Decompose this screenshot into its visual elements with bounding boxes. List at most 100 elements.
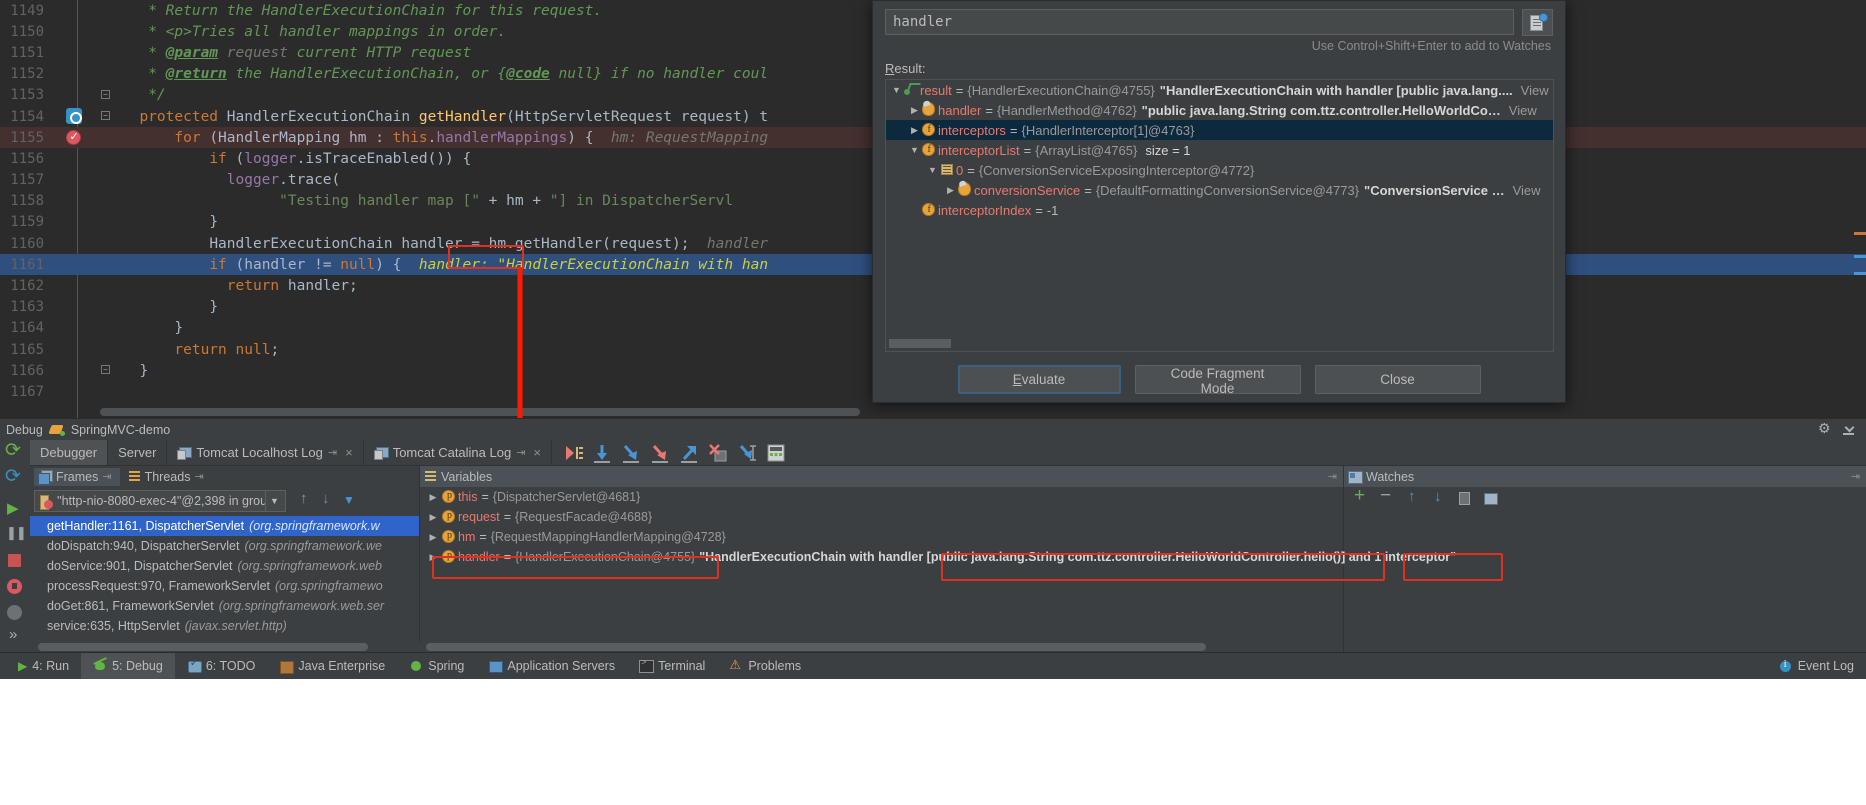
- fold-column[interactable]: [98, 254, 112, 275]
- tree-node-interceptorIndex[interactable]: f interceptorIndex = -1: [886, 200, 1553, 220]
- fold-marker-icon[interactable]: −: [101, 365, 110, 375]
- fold-column[interactable]: [98, 191, 112, 212]
- gutter-icons[interactable]: [52, 233, 98, 254]
- evaluate-button[interactable]: Evaluate: [957, 364, 1121, 394]
- fold-column[interactable]: [98, 170, 112, 191]
- statusbar-debug[interactable]: 5: Debug: [81, 652, 175, 680]
- frame-item[interactable]: doDispatch:940, DispatcherServlet (org.s…: [30, 536, 419, 556]
- fold-column[interactable]: [98, 21, 112, 42]
- close-button[interactable]: Close: [1314, 364, 1481, 394]
- stop-icon[interactable]: [4, 550, 26, 572]
- more-actions-icon[interactable]: [4, 626, 26, 650]
- gutter-icons[interactable]: [52, 106, 98, 127]
- hide-icon[interactable]: [1842, 423, 1856, 437]
- step-over-icon[interactable]: [589, 441, 615, 465]
- marker-warning[interactable]: [1854, 232, 1866, 235]
- step-out-icon[interactable]: [676, 441, 702, 465]
- gutter-icons[interactable]: [52, 339, 98, 360]
- copy-icon[interactable]: [1456, 490, 1474, 508]
- fold-column[interactable]: [98, 275, 112, 296]
- code-fragment-mode-button[interactable]: Code Fragment Mode: [1134, 364, 1301, 396]
- gutter-icons[interactable]: [52, 170, 98, 191]
- variables-list[interactable]: ▶ p this = {DispatcherServlet@4681} ▶ p …: [420, 487, 1456, 640]
- statusbar-todo[interactable]: 6: TODO: [175, 653, 268, 680]
- twisty-icon[interactable]: ▶: [426, 532, 440, 543]
- fold-column[interactable]: [98, 381, 112, 402]
- tree-node-handler[interactable]: ▶ handler = {HandlerMethod@4762} "public…: [886, 100, 1553, 120]
- fold-column[interactable]: [98, 148, 112, 169]
- evaluate-expression-dialog[interactable]: Use Control+Shift+Enter to add to Watche…: [872, 0, 1566, 403]
- tree-node-index-0[interactable]: ▼ 0 = {ConversionServiceExposingIntercep…: [886, 160, 1553, 180]
- tab-threads[interactable]: Threads ⇥: [124, 468, 212, 486]
- gutter-icons[interactable]: [52, 148, 98, 169]
- result-tree-horizontal-scrollbar[interactable]: [889, 339, 951, 348]
- twisty-icon[interactable]: ▼: [908, 145, 921, 155]
- tab-tomcat-localhost-log[interactable]: Tomcat Localhost Log ⇥ ×: [167, 440, 364, 465]
- drop-frame-icon[interactable]: [705, 441, 731, 465]
- marker-caret[interactable]: [1854, 255, 1866, 258]
- pin-icon[interactable]: ⇥: [516, 446, 525, 459]
- statusbar-terminal[interactable]: Terminal: [627, 653, 717, 680]
- gutter-icons[interactable]: [52, 0, 98, 21]
- frame-item[interactable]: service:635, HttpServlet (javax.servlet.…: [30, 616, 419, 636]
- gutter-icons[interactable]: [52, 318, 98, 339]
- variable-row[interactable]: ▶ p request = {RequestFacade@4688}: [420, 507, 1343, 527]
- fold-column[interactable]: [98, 233, 112, 254]
- variable-row[interactable]: ▶ p hm = {RequestMappingHandlerMapping@4…: [420, 527, 1343, 547]
- add-watch-icon[interactable]: [1352, 485, 1370, 508]
- gutter-icons[interactable]: [52, 21, 98, 42]
- frame-item[interactable]: getHandler:1161, DispatcherServlet (org.…: [30, 516, 419, 536]
- fold-column[interactable]: [98, 318, 112, 339]
- rerun-icon[interactable]: [4, 439, 26, 464]
- close-icon[interactable]: ×: [533, 445, 541, 460]
- gutter-icons[interactable]: [52, 360, 98, 381]
- run-method-icon[interactable]: [66, 107, 82, 124]
- detach-icon[interactable]: ⇥: [194, 470, 203, 483]
- tab-tomcat-catalina-log[interactable]: Tomcat Catalina Log ⇥ ×: [364, 440, 553, 465]
- evaluate-expression-icon[interactable]: [763, 441, 789, 465]
- twisty-icon[interactable]: ▶: [426, 552, 440, 563]
- twisty-icon[interactable]: ▶: [908, 125, 921, 136]
- twisty-icon[interactable]: ▶: [944, 185, 957, 196]
- statusbar-spring[interactable]: Spring: [397, 653, 476, 680]
- editor-marker-bar[interactable]: [1854, 0, 1866, 418]
- view-breakpoints-icon[interactable]: [4, 576, 26, 598]
- gutter-icons[interactable]: [52, 381, 98, 402]
- expression-history-button[interactable]: [1522, 9, 1553, 36]
- fold-column[interactable]: [98, 64, 112, 85]
- gutter-icons[interactable]: [52, 275, 98, 296]
- gutter-icons[interactable]: [52, 64, 98, 85]
- fold-column[interactable]: [98, 339, 112, 360]
- fold-column[interactable]: [98, 0, 112, 21]
- restart-icon[interactable]: [4, 465, 26, 490]
- run-to-cursor-icon[interactable]: [734, 441, 760, 465]
- variable-row[interactable]: ▶ p this = {DispatcherServlet@4681}: [420, 487, 1343, 507]
- twisty-icon[interactable]: ▶: [908, 105, 921, 116]
- gutter-icons[interactable]: [52, 254, 98, 275]
- fold-column[interactable]: [98, 212, 112, 233]
- gutter-icons[interactable]: [52, 212, 98, 233]
- edit-icon[interactable]: [1482, 490, 1500, 508]
- statusbar-application-servers[interactable]: Application Servers: [476, 653, 627, 680]
- detach-icon[interactable]: ⇥: [102, 470, 111, 483]
- marker-caret[interactable]: [1854, 272, 1866, 275]
- tree-node-conversionService[interactable]: ▶ conversionService = {DefaultFormatting…: [886, 180, 1553, 200]
- view-link[interactable]: View: [1513, 183, 1541, 198]
- frame-item[interactable]: doGet:861, FrameworkServlet (org.springf…: [30, 596, 419, 616]
- move-up-icon[interactable]: [296, 490, 314, 511]
- variables-horizontal-scrollbar[interactable]: [420, 642, 1343, 652]
- mute-breakpoints-icon[interactable]: [4, 602, 26, 624]
- filter-icon[interactable]: [340, 491, 358, 511]
- variable-row-handler[interactable]: ▶ p handler = {HandlerExecutionChain@475…: [420, 547, 1456, 567]
- frame-item[interactable]: doService:901, DispatcherServlet (org.sp…: [30, 556, 419, 576]
- gutter-icons[interactable]: [52, 42, 98, 63]
- gear-icon[interactable]: [1818, 420, 1832, 437]
- twisty-icon[interactable]: ▼: [890, 85, 903, 95]
- move-up-icon[interactable]: [1404, 488, 1422, 508]
- show-execution-point-icon[interactable]: [560, 441, 586, 465]
- fold-column[interactable]: [98, 127, 112, 148]
- gutter-icons[interactable]: [52, 127, 98, 148]
- gutter-icons[interactable]: [52, 297, 98, 318]
- tab-server[interactable]: Server: [108, 440, 168, 465]
- chevron-down-icon[interactable]: ▼: [265, 491, 283, 511]
